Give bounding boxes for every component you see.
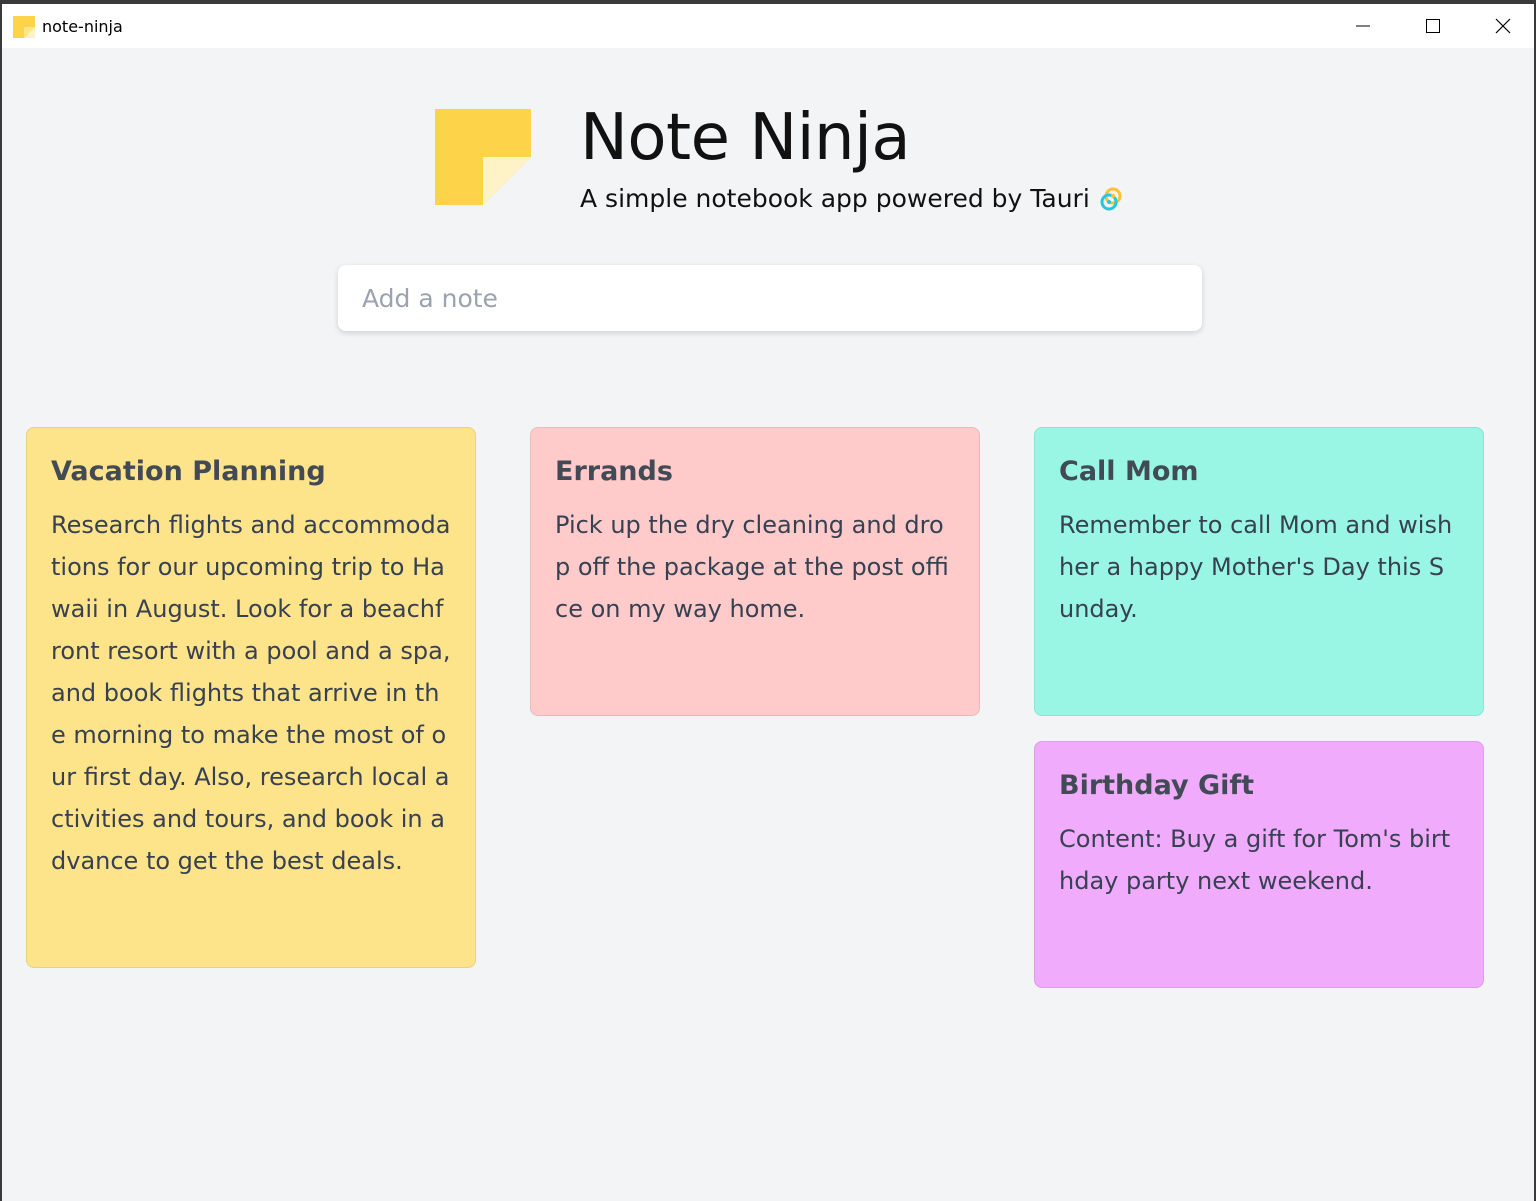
note-content: Remember to call Mom and wish her a happ… bbox=[1059, 511, 1453, 623]
add-note-input[interactable] bbox=[338, 265, 1202, 331]
tauri-logo-icon bbox=[1100, 187, 1122, 211]
subtitle-text: A simple notebook app powered by Tauri bbox=[580, 184, 1090, 213]
maximize-button[interactable] bbox=[1398, 4, 1468, 48]
app-subtitle: A simple notebook app powered by Tauri bbox=[580, 182, 1124, 216]
window-title: note-ninja bbox=[42, 17, 123, 36]
note-content: Research flights and accommodations for … bbox=[51, 511, 451, 875]
note-card[interactable]: Call Mom Remember to call Mom and wish h… bbox=[1034, 427, 1484, 716]
minimize-button[interactable] bbox=[1328, 4, 1398, 48]
note-title: Vacation Planning bbox=[51, 456, 326, 487]
note-content: Pick up the dry cleaning and drop off th… bbox=[555, 511, 949, 623]
note-title: Birthday Gift bbox=[1059, 770, 1255, 801]
note-title: Errands bbox=[555, 456, 673, 487]
close-button[interactable] bbox=[1468, 4, 1534, 48]
sticky-note-icon bbox=[435, 109, 531, 205]
minimize-icon bbox=[1356, 25, 1370, 27]
note-title: Call Mom bbox=[1059, 456, 1199, 487]
close-icon bbox=[1495, 18, 1511, 34]
app-window: note-ninja Note Ninja A simple notebook … bbox=[2, 4, 1534, 1201]
app-icon bbox=[13, 16, 35, 38]
title-bar[interactable]: note-ninja bbox=[2, 4, 1534, 48]
maximize-icon bbox=[1426, 19, 1440, 33]
note-card[interactable]: Errands Pick up the dry cleaning and dro… bbox=[530, 427, 980, 716]
app-name: Note Ninja bbox=[580, 101, 911, 175]
note-card[interactable]: Vacation Planning Research flights and a… bbox=[26, 427, 476, 968]
note-card[interactable]: Birthday Gift Content: Buy a gift for To… bbox=[1034, 741, 1484, 988]
note-content: Content: Buy a gift for Tom's birthday p… bbox=[1059, 825, 1451, 895]
